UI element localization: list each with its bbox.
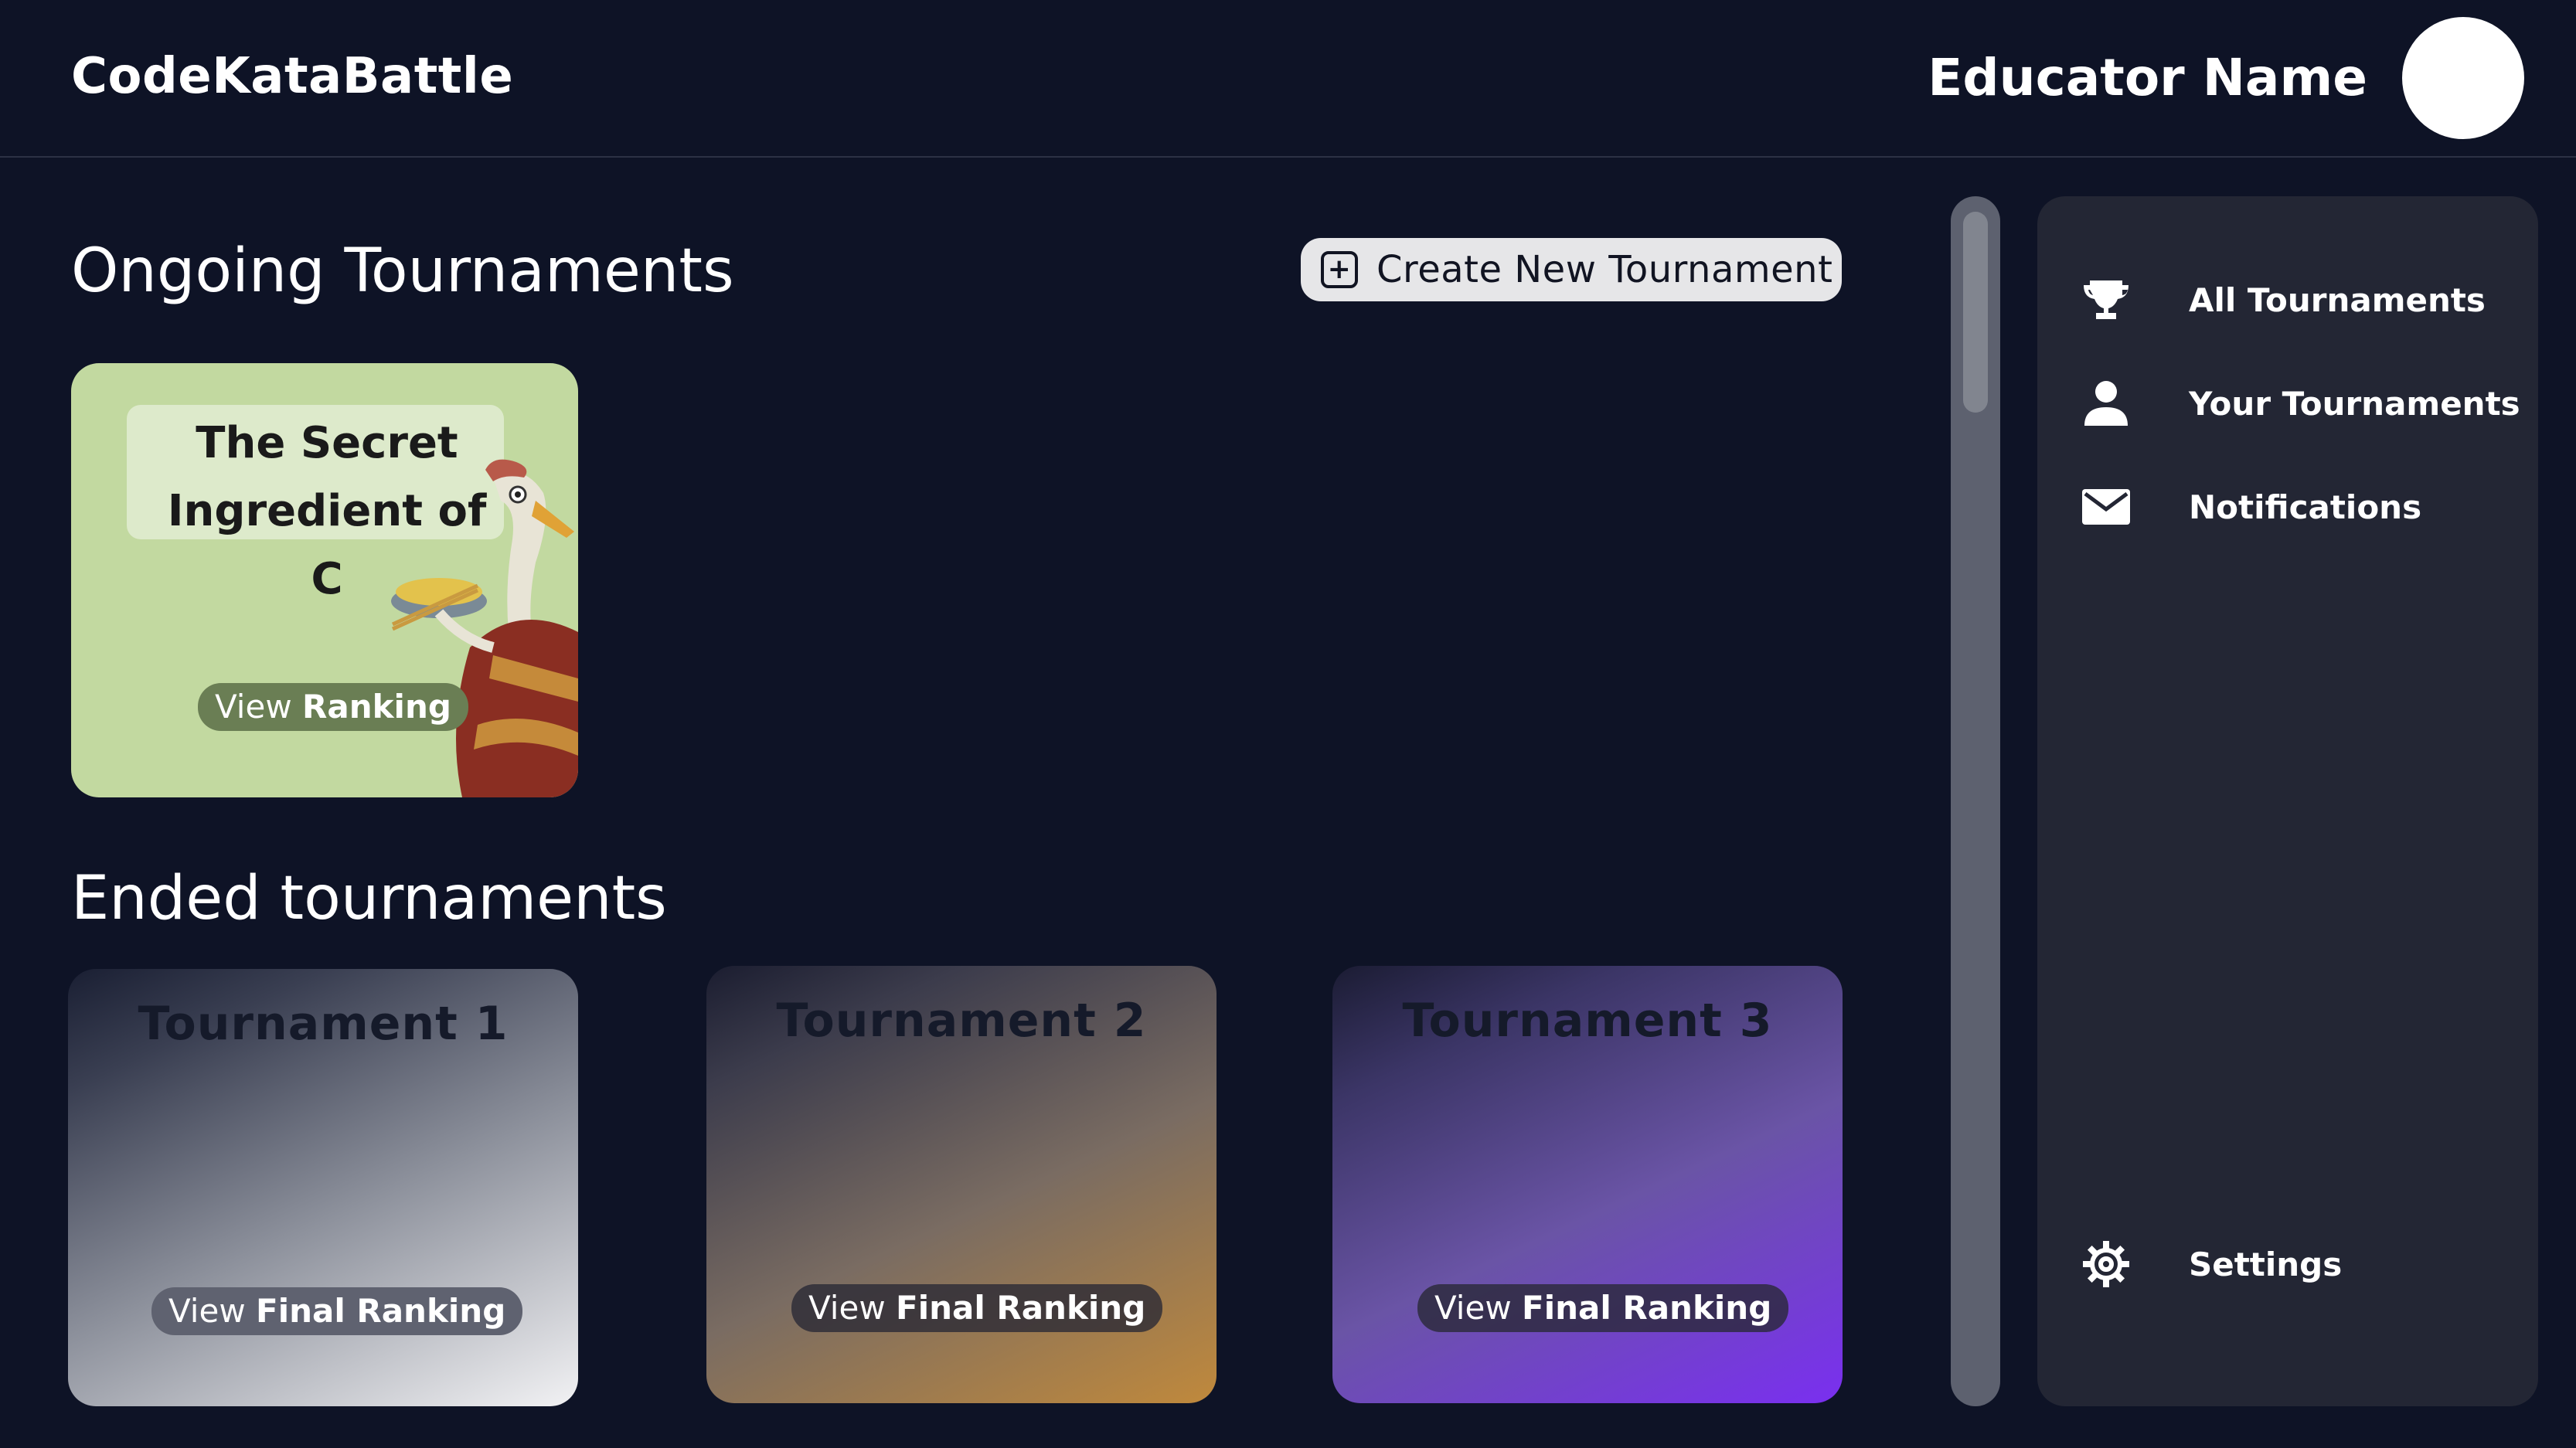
ended-card-title: Tournament 3 xyxy=(1402,994,1773,1048)
educator-name: Educator Name xyxy=(1928,48,2367,107)
ended-tournament-card-1[interactable]: Tournament 1 View Final Ranking xyxy=(68,969,578,1406)
ongoing-section-title: Ongoing Tournaments xyxy=(71,236,734,306)
pill-strong: Final Ranking xyxy=(256,1292,506,1330)
create-tournament-button[interactable]: + Create New Tournament xyxy=(1301,238,1842,301)
top-header: CodeKataBattle Educator Name xyxy=(0,0,2576,158)
view-final-ranking-pill[interactable]: View Final Ranking xyxy=(1417,1284,1789,1332)
nav-item-notifications[interactable]: Notifications xyxy=(2037,468,2538,546)
pill-prefix: View xyxy=(215,688,292,726)
nav-item-all-tournaments[interactable]: All Tournaments xyxy=(2037,261,2538,338)
nav-item-settings[interactable]: Settings xyxy=(2037,1225,2538,1303)
nav-label: Notifications xyxy=(2189,488,2422,526)
nav-label: Your Tournaments xyxy=(2189,384,2520,423)
side-navigation-panel: All Tournaments Your Tournaments Notific… xyxy=(2037,196,2538,1406)
trophy-icon xyxy=(2084,280,2129,319)
view-final-ranking-pill[interactable]: View Final Ranking xyxy=(151,1287,523,1335)
view-final-ranking-pill[interactable]: View Final Ranking xyxy=(791,1284,1163,1332)
pill-strong: Ranking xyxy=(302,688,451,726)
pill-prefix: View xyxy=(1434,1289,1512,1327)
pill-strong: Final Ranking xyxy=(1522,1289,1772,1327)
ended-tournament-card-2[interactable]: Tournament 2 View Final Ranking xyxy=(706,966,1217,1403)
pill-prefix: View xyxy=(808,1289,886,1327)
view-ranking-pill[interactable]: View Ranking xyxy=(198,683,468,731)
user-icon xyxy=(2084,381,2128,426)
nav-item-your-tournaments[interactable]: Your Tournaments xyxy=(2037,365,2538,442)
ended-card-title: Tournament 2 xyxy=(776,994,1147,1048)
pill-prefix: View xyxy=(168,1292,246,1330)
pill-strong: Final Ranking xyxy=(896,1289,1146,1327)
nav-label: All Tournaments xyxy=(2189,280,2486,319)
plus-icon: + xyxy=(1321,251,1358,288)
crane-chef-illustration xyxy=(391,459,578,797)
ongoing-tournament-card[interactable]: The Secret Ingredient of C View Ranking xyxy=(71,363,578,797)
app-window: CodeKataBattle Educator Name Ongoing Tou… xyxy=(0,0,2576,1448)
ended-tournament-card-3[interactable]: Tournament 3 View Final Ranking xyxy=(1332,966,1843,1403)
nav-label: Settings xyxy=(2189,1245,2343,1283)
scrollbar-track[interactable] xyxy=(1951,196,2000,1406)
ended-section-title: Ended tournaments xyxy=(71,864,667,933)
scrollbar-thumb[interactable] xyxy=(1963,212,1988,413)
create-tournament-label: Create New Tournament xyxy=(1376,248,1833,291)
avatar[interactable] xyxy=(2402,17,2524,139)
mail-icon xyxy=(2082,489,2130,525)
ended-card-title: Tournament 1 xyxy=(138,997,509,1051)
gear-icon xyxy=(2083,1241,2129,1287)
brand-logo-text[interactable]: CodeKataBattle xyxy=(71,48,513,105)
